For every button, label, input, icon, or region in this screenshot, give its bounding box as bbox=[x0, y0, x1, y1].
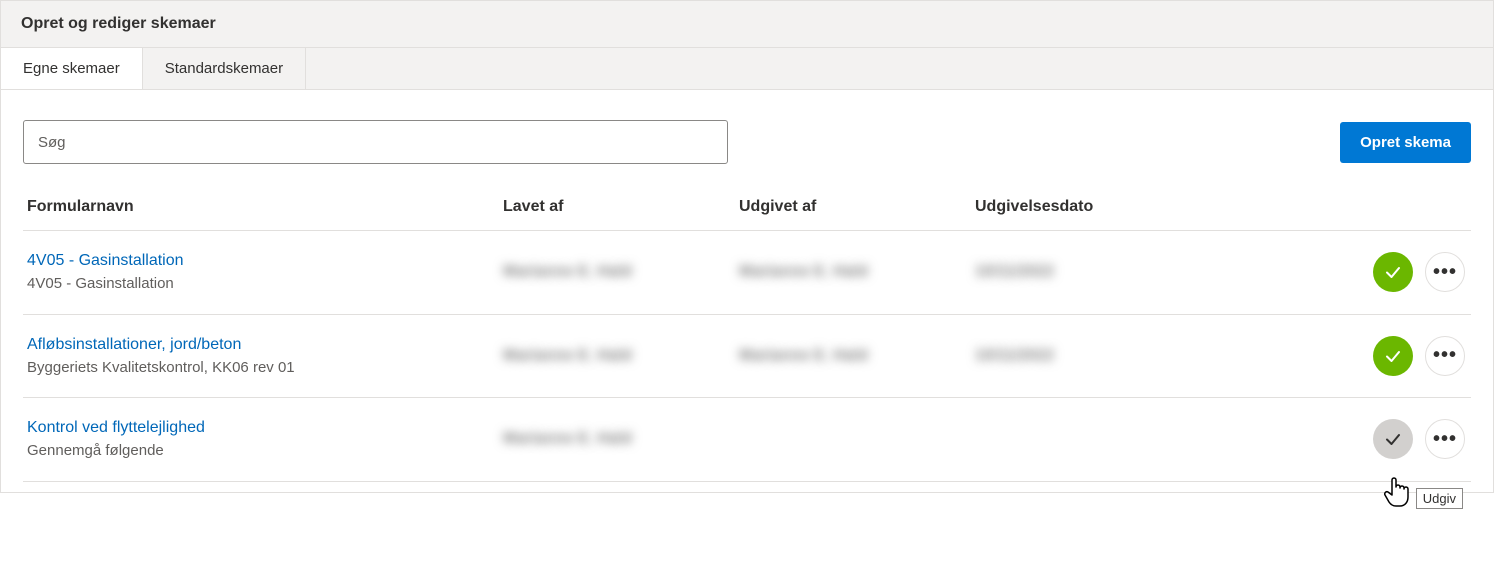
more-icon: ••• bbox=[1433, 344, 1457, 367]
schema-subtitle: Byggeriets Kvalitetskontrol, KK06 rev 01 bbox=[27, 357, 503, 380]
schema-subtitle: 4V05 - Gasinstallation bbox=[27, 273, 503, 296]
more-actions-button[interactable]: ••• bbox=[1425, 252, 1465, 292]
schema-link[interactable]: Afløbsinstallationer, jord/beton bbox=[27, 333, 503, 357]
publish-status-button[interactable] bbox=[1373, 252, 1413, 292]
publish-status-button[interactable] bbox=[1373, 336, 1413, 376]
col-header-date: Udgivelsesdato bbox=[975, 198, 1275, 216]
publisher-value: Marianne E. Hald bbox=[739, 347, 868, 364]
tabs: Egne skemaer Standardskemaer bbox=[1, 48, 1493, 90]
check-icon bbox=[1383, 429, 1403, 449]
check-icon bbox=[1383, 346, 1403, 366]
schema-link[interactable]: 4V05 - Gasinstallation bbox=[27, 249, 503, 273]
more-actions-button[interactable]: ••• bbox=[1425, 336, 1465, 376]
toolbar: Opret skema bbox=[23, 120, 1471, 164]
creator-value: Marianne E. Hald bbox=[503, 430, 632, 447]
creator-value: Marianne E. Hald bbox=[503, 263, 632, 280]
tooltip-publish: Udgiv bbox=[1416, 488, 1463, 509]
date-value: 10/11/2022 bbox=[975, 347, 1054, 364]
table-row: Kontrol ved flyttelejlighed Gennemgå føl… bbox=[23, 398, 1471, 482]
more-icon: ••• bbox=[1433, 428, 1457, 451]
more-icon: ••• bbox=[1433, 261, 1457, 284]
col-header-name: Formularnavn bbox=[23, 198, 503, 216]
creator-value: Marianne E. Hald bbox=[503, 347, 632, 364]
page-title: Opret og rediger skemaer bbox=[1, 1, 1493, 48]
publisher-value: Marianne E. Hald bbox=[739, 263, 868, 280]
create-schema-button[interactable]: Opret skema bbox=[1340, 122, 1471, 163]
table-row: Afløbsinstallationer, jord/beton Byggeri… bbox=[23, 315, 1471, 399]
schema-link[interactable]: Kontrol ved flyttelejlighed bbox=[27, 416, 503, 440]
table-row: 4V05 - Gasinstallation 4V05 - Gasinstall… bbox=[23, 231, 1471, 315]
cursor-hand-icon bbox=[1383, 475, 1413, 509]
publish-status-button[interactable] bbox=[1373, 419, 1413, 459]
schema-subtitle: Gennemgå følgende bbox=[27, 440, 503, 463]
search-input[interactable] bbox=[23, 120, 728, 164]
schema-table: Formularnavn Lavet af Udgivet af Udgivel… bbox=[23, 198, 1471, 482]
tab-own-schemas[interactable]: Egne skemaer bbox=[1, 48, 143, 89]
table-header: Formularnavn Lavet af Udgivet af Udgivel… bbox=[23, 198, 1471, 231]
col-header-publisher: Udgivet af bbox=[739, 198, 975, 216]
more-actions-button[interactable]: ••• bbox=[1425, 419, 1465, 459]
date-value: 10/11/2022 bbox=[975, 263, 1054, 280]
check-icon bbox=[1383, 262, 1403, 282]
tab-standard-schemas[interactable]: Standardskemaer bbox=[143, 48, 306, 89]
col-header-creator: Lavet af bbox=[503, 198, 739, 216]
